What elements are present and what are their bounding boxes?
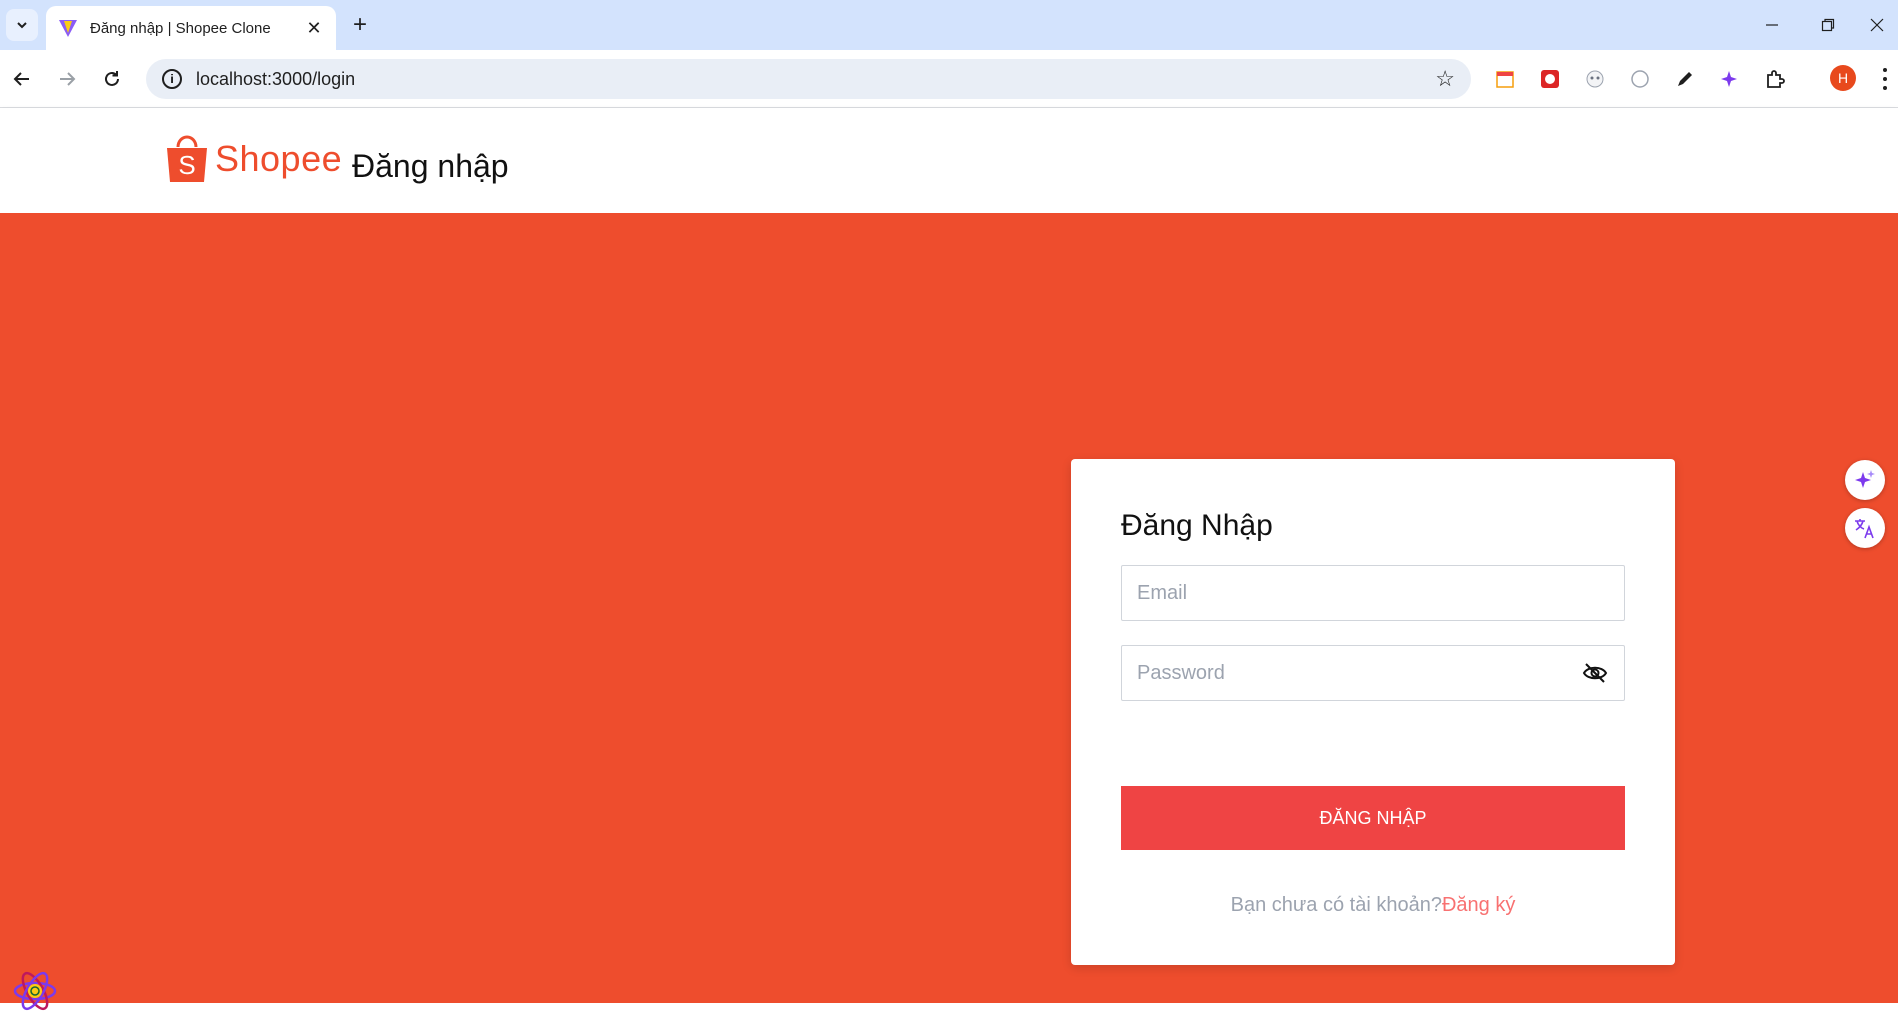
browser-tab-bar: Đăng nhập | Shopee Clone ✕ + [0, 0, 1898, 50]
extensions-puzzle-icon[interactable] [1763, 67, 1787, 91]
extension-pen-icon[interactable] [1673, 67, 1697, 91]
arrow-right-icon [60, 72, 76, 86]
forward-button[interactable] [51, 63, 83, 95]
bookmark-star-icon[interactable]: ☆ [1435, 66, 1455, 92]
window-close-icon[interactable] [1856, 0, 1898, 50]
page-title: Đăng nhập [352, 148, 509, 184]
shopee-logo[interactable]: S Shopee [165, 134, 342, 184]
site-info-icon[interactable]: i [162, 69, 182, 89]
extension-panda-icon[interactable] [1583, 67, 1607, 91]
signup-link[interactable]: Đăng ký [1442, 894, 1515, 916]
signup-prompt: Bạn chưa có tài khoản?Đăng ký [1071, 894, 1675, 917]
eye-slash-icon[interactable] [1582, 660, 1608, 686]
arrow-left-icon [13, 72, 29, 86]
site-header: S Shopee Đăng nhập [0, 108, 1898, 213]
chevron-down-icon [17, 22, 27, 29]
login-form-title: Đăng Nhập [1121, 509, 1273, 542]
login-form: Đăng Nhập ĐĂNG NHẬP Bạn chưa có tài khoả… [1071, 459, 1675, 965]
vite-favicon-icon [59, 20, 77, 37]
password-input[interactable] [1137, 661, 1609, 685]
profile-avatar[interactable]: H [1830, 65, 1856, 91]
extension-red-icon[interactable] [1538, 67, 1562, 91]
email-input[interactable] [1137, 581, 1609, 605]
reload-button[interactable] [96, 63, 128, 95]
floating-ai-sparkle-button[interactable] [1845, 460, 1885, 500]
password-field[interactable] [1121, 645, 1625, 701]
new-tab-button[interactable]: + [346, 11, 374, 39]
browser-toolbar: i localhost:3000/login ☆ [0, 50, 1898, 108]
tab-close-icon[interactable]: ✕ [304, 18, 324, 38]
browser-tab-active[interactable]: Đăng nhập | Shopee Clone ✕ [46, 6, 336, 50]
svg-text:S: S [178, 150, 195, 180]
login-submit-button[interactable]: ĐĂNG NHẬP [1121, 786, 1625, 850]
logo-text: Shopee [215, 138, 343, 179]
page: S Shopee Đăng nhập Đăng Nhập ĐĂNG NHẬP [0, 108, 1898, 1003]
login-hero-section: Đăng Nhập ĐĂNG NHẬP Bạn chưa có tài khoả… [0, 213, 1898, 1003]
extension-sparkle-icon[interactable] [1718, 67, 1742, 91]
shopping-bag-icon: S [167, 135, 207, 182]
react-devtools-icon[interactable] [12, 968, 58, 1014]
minimize-icon[interactable] [1744, 0, 1800, 50]
floating-translate-button[interactable] [1845, 508, 1885, 548]
signup-question: Bạn chưa có tài khoản? [1230, 894, 1442, 916]
tab-title: Đăng nhập | Shopee Clone [90, 19, 271, 37]
tab-search-button[interactable] [6, 9, 38, 41]
sparkle-icon [1855, 470, 1875, 488]
email-field[interactable] [1121, 565, 1625, 621]
back-button[interactable] [6, 63, 38, 95]
restore-icon[interactable] [1800, 0, 1856, 50]
extension-calendar-icon[interactable] [1493, 67, 1517, 91]
extension-compass-icon[interactable] [1628, 67, 1652, 91]
address-bar[interactable]: i localhost:3000/login ☆ [146, 59, 1471, 99]
reload-icon [105, 71, 119, 86]
browser-menu-icon[interactable] [1878, 66, 1892, 92]
translate-icon [1855, 519, 1874, 539]
url-text[interactable]: localhost:3000/login [196, 69, 1435, 90]
